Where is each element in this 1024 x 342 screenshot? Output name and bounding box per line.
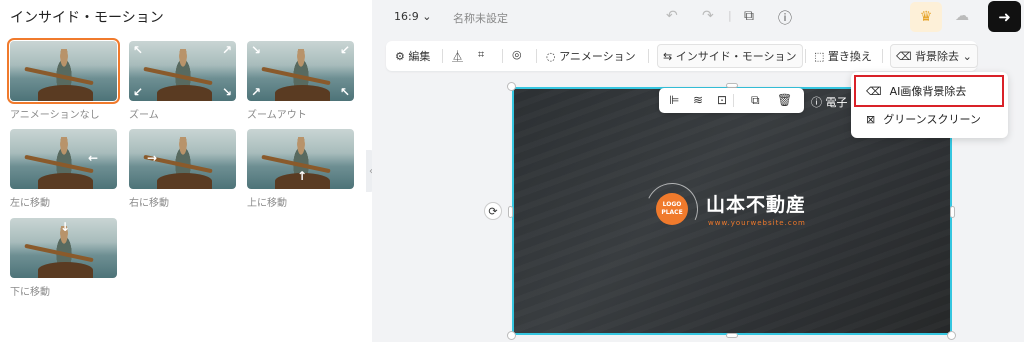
remove-background-dropdown: ⌫ AI画像背景除去 ⊠ グリーンスクリーン (851, 72, 1008, 138)
edit-label: 編集 (408, 50, 431, 63)
replace-label: 置き換え (827, 50, 872, 63)
cloud-sync-icon[interactable]: ☁ (955, 8, 969, 24)
arrow-up-icon: ↑ (297, 169, 308, 183)
panel-title: インサイド・モーション (10, 10, 164, 26)
layers-icon[interactable]: ≋ (693, 93, 703, 107)
arrow-right-icon: ➜ (998, 7, 1011, 26)
warning-icon: ⓘ (811, 96, 822, 109)
animation-icon: ◌ (546, 50, 556, 63)
canvas-warning: ⓘ 電子 (811, 94, 848, 110)
mask-icon[interactable]: ◎ (512, 48, 522, 61)
resize-handle-bottom[interactable] (726, 333, 738, 338)
aspect-ratio-select[interactable]: 16:9 ⌄ (394, 10, 431, 23)
effect-label-none: アニメーションなし (10, 110, 100, 121)
premium-crown-icon[interactable]: ♛ (910, 2, 942, 32)
effect-label-move-down: 下に移動 (10, 287, 50, 298)
rotate-handle-icon[interactable]: ⟳ (484, 202, 502, 220)
effect-thumb-move-down[interactable]: ↓ (10, 218, 117, 278)
resize-handle-bottom-left[interactable] (507, 331, 516, 340)
remove-background-label: 背景除去 (915, 50, 960, 63)
remove-background-button[interactable]: ⌫ 背景除去 ⌄ (890, 44, 978, 68)
logo-placeholder[interactable]: LOGO PLACE (656, 193, 688, 225)
edit-button[interactable]: ⚙ 編集 (395, 48, 430, 64)
effect-label-move-left: 左に移動 (10, 198, 50, 209)
help-icon[interactable]: ⓘ (778, 8, 792, 28)
resize-handle-right[interactable] (950, 206, 955, 218)
next-button[interactable]: ➜ (988, 1, 1021, 32)
zoom-out-arrows-icon: ↘ (251, 43, 262, 57)
crop-icon[interactable]: ⌗ (478, 48, 484, 62)
inside-motion-panel: インサイド・モーション アニメーションなし ↖ ↗ ↙ ↘ ズーム ↘ ↙ ↗ … (0, 0, 370, 342)
effect-thumb-move-left[interactable]: ← (10, 129, 117, 189)
effect-thumb-zoom-out[interactable]: ↘ ↙ ↗ ↖ (247, 41, 354, 101)
flip-icon[interactable]: ⏅ (452, 48, 463, 64)
arrow-down-icon: ↓ (60, 220, 71, 234)
top-bar: 16:9 ⌄ 名称未設定 ↶ ↷ | ⧉ ⓘ ♛ ☁ ➜ (372, 0, 1024, 34)
effect-label-move-right: 右に移動 (129, 198, 169, 209)
zoom-in-arrows-icon: ↖ (133, 43, 144, 57)
animation-button[interactable]: ◌ アニメーション (546, 48, 636, 64)
element-floating-toolbar: ⊫ ≋ ⊡ ⧉ 🗑 (659, 88, 804, 113)
green-screen-label: グリーンスクリーン (883, 113, 981, 126)
redo-icon[interactable]: ↷ (702, 8, 714, 24)
screen-record-icon[interactable]: ⧉ (744, 8, 754, 24)
trash-icon[interactable]: 🗑 (777, 93, 792, 107)
edit-toolbar: ⚙ 編集 ⏅ ⌗ ◎ ◌ アニメーション ⇆ インサイド・モーション ⬚ 置き換… (386, 41, 978, 71)
effect-thumb-none[interactable] (7, 38, 120, 104)
eraser-icon: ⌫ (866, 84, 882, 98)
aspect-ratio-value: 16:9 (394, 10, 419, 23)
toolbar-divider: | (728, 9, 732, 22)
chevron-down-icon: ⌄ (962, 50, 972, 63)
lock-icon[interactable]: ⊡ (717, 93, 727, 107)
document-name[interactable]: 名称未設定 (453, 10, 508, 26)
logo-text-line1: LOGO (662, 201, 682, 208)
logo-text-line2: PLACE (661, 209, 683, 216)
arrow-right-icon: → (147, 151, 158, 165)
ai-remove-background-option[interactable]: ⌫ AI画像背景除去 (854, 75, 1004, 107)
effect-label-move-up: 上に移動 (247, 198, 287, 209)
eraser-icon: ⌫ (896, 50, 912, 63)
effect-thumb-move-right[interactable]: → (129, 129, 236, 189)
company-name[interactable]: 山本不動産 (706, 190, 806, 217)
inside-motion-button[interactable]: ⇆ インサイド・モーション (657, 44, 803, 68)
align-icon[interactable]: ⊫ (669, 93, 679, 107)
resize-handle-bottom-right[interactable] (947, 331, 956, 340)
green-screen-option[interactable]: ⊠ グリーンスクリーン (856, 105, 1002, 133)
person-screen-icon: ⊠ (866, 112, 876, 126)
warning-label: 電子 (825, 96, 848, 109)
sliders-icon: ⚙ (395, 50, 405, 63)
ai-remove-background-label: AI画像背景除去 (889, 85, 967, 98)
website-text[interactable]: www.yourwebsite.com (708, 219, 806, 227)
effect-thumb-zoom[interactable]: ↖ ↗ ↙ ↘ (129, 41, 236, 101)
arrow-left-icon: ← (88, 151, 99, 165)
inside-motion-label: インサイド・モーション (675, 50, 797, 63)
effect-thumb-move-up[interactable]: ↑ (247, 129, 354, 189)
replace-icon: ⬚ (814, 50, 825, 63)
inside-motion-icon: ⇆ (663, 50, 673, 63)
duplicate-icon[interactable]: ⧉ (751, 93, 760, 108)
replace-button[interactable]: ⬚ 置き換え (814, 48, 872, 64)
undo-icon[interactable]: ↶ (666, 8, 678, 24)
resize-handle-top-left[interactable] (507, 82, 516, 91)
resize-handle-left[interactable] (508, 206, 513, 218)
effect-label-zoom-out: ズームアウト (247, 110, 307, 121)
effect-label-zoom: ズーム (129, 110, 159, 121)
animation-label: アニメーション (559, 50, 636, 63)
